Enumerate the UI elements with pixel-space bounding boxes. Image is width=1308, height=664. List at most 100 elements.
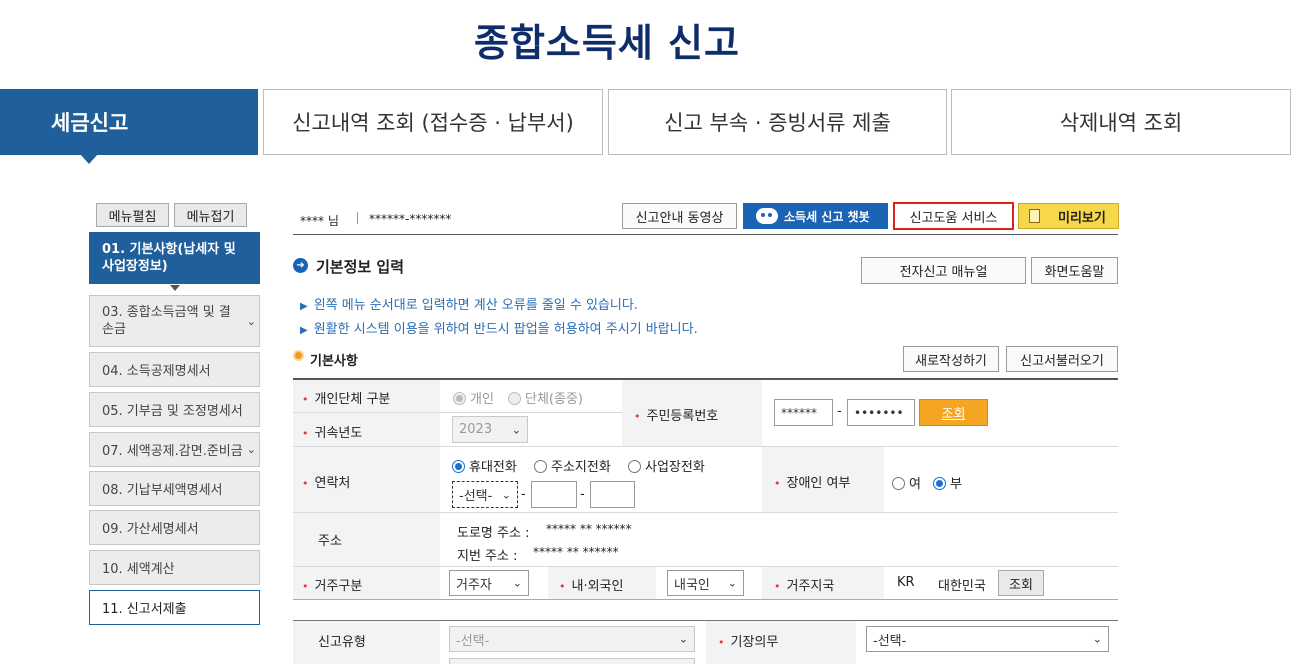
tab-report-history[interactable]: 신고내역 조회 (접수증 · 납부서) [263, 89, 603, 155]
year-select[interactable]: 2023 ⌄ [452, 416, 528, 443]
sidebar-item-basic-info[interactable]: 01. 기본사항(납세자 및 사업장정보) [89, 232, 260, 284]
tab-attachment-submit[interactable]: 신고 부속 · 증빙서류 제출 [608, 89, 947, 155]
country-lookup-button[interactable]: 조회 [998, 570, 1044, 596]
entity-individual-radio[interactable]: 개인 [453, 388, 494, 407]
chevron-down-icon: ⌄ [246, 443, 256, 456]
sidebar-item-label: 08. 기납부세액명세서 [102, 483, 223, 498]
road-address-value: ***** ** ****** [546, 522, 632, 536]
load-report-button[interactable]: 신고서불러오기 [1006, 346, 1118, 372]
disabled-no-radio[interactable]: 부 [933, 473, 962, 492]
nationality-label: • 내·외국인 [559, 579, 624, 594]
help-service-button[interactable]: 신고도움 서비스 [893, 202, 1014, 230]
main-tabs: 세금신고 신고내역 조회 (접수증 · 납부서) 신고 부속 · 증빙서류 제출… [0, 89, 1292, 155]
rrn-label: • 주민등록번호 [634, 409, 719, 424]
report-type-label: 신고유형 [318, 635, 366, 650]
disabled-label: • 장애인 여부 [774, 476, 851, 491]
sidebar-item-label: 09. 가산세명세서 [102, 522, 199, 537]
sidebar-item-label: 07. 세액공제.감면.준비금 [102, 444, 243, 459]
sidebar-item-tax-credit[interactable]: 07. 세액공제.감면.준비금 ⌄ [89, 432, 260, 467]
divider [293, 234, 1118, 235]
bookkeeping-select[interactable]: -선택- ⌄ [866, 626, 1109, 652]
arrow-right-circle-icon: ➜ [293, 258, 308, 273]
contact-work-radio[interactable]: 사업장전화 [628, 456, 705, 475]
document-icon [1029, 209, 1040, 223]
sidebar-item-label: 11. 신고서제출 [102, 602, 187, 617]
sidebar-item-tax-calc[interactable]: 10. 세액계산 [89, 550, 260, 585]
triangle-right-icon: ▶ [300, 325, 308, 336]
guide-video-button[interactable]: 신고안내 동영상 [622, 203, 737, 229]
menu-collapse-button[interactable]: 메뉴접기 [174, 203, 247, 227]
next-select[interactable] [449, 658, 695, 664]
nationality-select[interactable]: 내국인 ⌄ [667, 570, 744, 596]
preview-label: 미리보기 [1058, 210, 1106, 226]
entity-group-radio[interactable]: 단체(종중) [508, 388, 583, 407]
contact-home-radio[interactable]: 주소지전화 [534, 456, 611, 475]
menu-expand-button[interactable]: 메뉴펼침 [96, 203, 169, 227]
sidebar-item-label: 10. 세액계산 [102, 562, 175, 577]
sidebar-item-penalty-tax[interactable]: 09. 가산세명세서 [89, 510, 260, 545]
lot-address-value: ***** ** ****** [533, 545, 619, 559]
section-title: 기본정보 입력 [316, 258, 405, 276]
triangle-down-icon [170, 285, 180, 291]
new-write-button[interactable]: 새로작성하기 [903, 346, 999, 372]
radio-icon [453, 392, 466, 405]
disabled-yes-radio[interactable]: 여 [892, 473, 921, 492]
label-column-bg [293, 621, 440, 664]
user-id: ******-******* [369, 212, 452, 226]
chatbot-button[interactable]: 소득세 신고 챗봇 [743, 203, 888, 229]
radio-icon [452, 460, 465, 473]
phone-area-select[interactable]: -선택- ⌄ [452, 481, 518, 508]
sidebar-item-submit[interactable]: 11. 신고서제출 [89, 590, 260, 625]
divider [293, 566, 1118, 567]
rrn-front-input[interactable]: ****** [774, 399, 833, 426]
tab-tax-report[interactable]: 세금신고 [0, 89, 258, 155]
lot-address-label: 지번 주소 : [457, 549, 518, 564]
phone-last-input[interactable] [590, 481, 635, 508]
triangle-right-icon: ▶ [300, 301, 308, 312]
sidebar-item-donation[interactable]: 05. 기부금 및 조정명세서 [89, 392, 260, 427]
divider [293, 512, 1118, 513]
divider [293, 599, 1118, 600]
chevron-down-icon: ⌄ [678, 632, 688, 646]
e-filing-manual-button[interactable]: 전자신고 매뉴얼 [861, 257, 1026, 284]
radio-icon [933, 477, 946, 490]
sidebar-item-prepaid-tax[interactable]: 08. 기납부세액명세서 [89, 471, 260, 506]
chevron-down-icon: ⌄ [501, 488, 511, 501]
rrn-back-input[interactable]: ••••••• [847, 399, 915, 426]
user-name: **** 님 [300, 214, 339, 228]
address-label: 주소 [318, 534, 342, 549]
contact-mobile-radio[interactable]: 휴대전화 [452, 456, 517, 475]
basic-section-title: 기본사항 [310, 354, 358, 369]
phone-middle-input[interactable] [531, 481, 577, 508]
tab-deleted-history[interactable]: 삭제내역 조회 [951, 89, 1291, 155]
year-label: • 귀속년도 [302, 426, 363, 441]
sidebar-item-income[interactable]: 03. 종합소득금액 및 결손금 ⌄ [89, 295, 260, 347]
radio-icon [628, 460, 641, 473]
chevron-down-icon: ⌄ [246, 314, 256, 328]
country-name: 대한민국 [938, 579, 986, 594]
country-label: • 거주지국 [774, 579, 835, 594]
sidebar-item-label: 05. 기부금 및 조정명세서 [102, 404, 243, 419]
chevron-down-icon: ⌄ [511, 423, 521, 436]
chatbot-icon [756, 208, 778, 224]
sidebar-item-label: 01. 기본사항(납세자 및 사업장정보) [102, 242, 236, 274]
entity-type-label: • 개인단체 구분 [302, 392, 391, 407]
preview-button[interactable]: 미리보기 [1018, 203, 1119, 229]
contact-label: • 연락처 [302, 476, 351, 491]
screen-help-button[interactable]: 화면도움말 [1031, 257, 1118, 284]
residence-label: • 거주구분 [302, 579, 363, 594]
sidebar-item-label: 04. 소득공제명세서 [102, 364, 211, 379]
report-type-select[interactable]: -선택- ⌄ [449, 626, 695, 652]
sidebar-item-label: 03. 종합소득금액 및 결손금 [102, 305, 231, 337]
chevron-down-icon: ⌄ [727, 576, 737, 590]
rrn-dash: - [837, 404, 842, 419]
residence-select[interactable]: 거주자 ⌄ [449, 570, 529, 596]
page-title: 종합소득세 신고 [474, 21, 740, 65]
sidebar-item-deduction[interactable]: 04. 소득공제명세서 [89, 352, 260, 387]
radio-icon [892, 477, 905, 490]
notice-line: ▶ 원활한 시스템 이용을 위하여 반드시 팝업을 허용하여 주시기 바랍니다. [300, 322, 698, 337]
bookkeeping-label: • 기장의무 [718, 635, 779, 650]
phone-dash: - [521, 487, 526, 502]
chevron-down-icon: ⌄ [512, 576, 522, 590]
rrn-lookup-button[interactable]: 조회 [919, 399, 988, 426]
